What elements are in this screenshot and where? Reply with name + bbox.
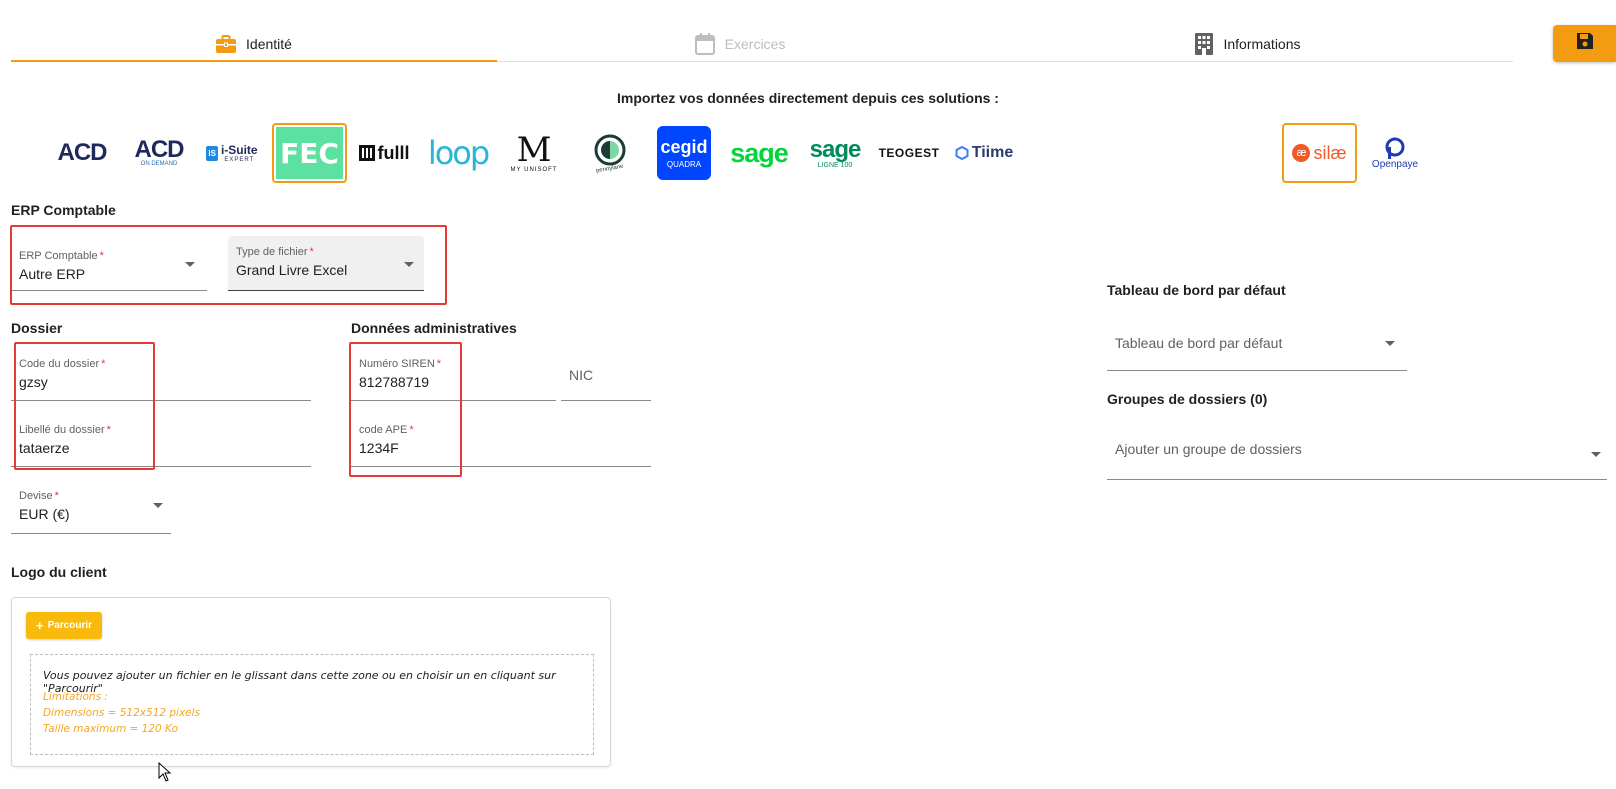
logo-my-unisoft[interactable]: M MY UNISOFT — [506, 124, 562, 182]
logo-cegid-quadra[interactable]: cegid QUADRA — [656, 125, 712, 181]
silae-badge: æ — [1292, 144, 1311, 162]
logo-acd[interactable]: ACD — [52, 124, 112, 182]
limitation-item: Taille maximum = 120 Ko — [43, 723, 178, 735]
code-ape-field[interactable]: code APE * 1234F — [351, 418, 651, 467]
tab-informations[interactable]: Informations — [983, 26, 1513, 62]
erp-section-title: ERP Comptable — [11, 202, 116, 218]
chevron-down-icon — [153, 503, 163, 508]
add-group-select[interactable]: Ajouter un groupe de dossiers — [1107, 428, 1607, 480]
file-dropzone[interactable]: Vous pouvez ajouter un fichier en le gli… — [30, 654, 594, 755]
logo-client-section-title: Logo du client — [11, 564, 107, 580]
dropzone-text: Vous pouvez ajouter un fichier en le gli… — [43, 669, 556, 695]
groups-section-title: Groupes de dossiers (0) — [1107, 391, 1268, 407]
logo-sage-ligne-100[interactable]: sage LIGNE 100 — [804, 124, 866, 182]
file-type-select[interactable]: Type de fichier * Grand Livre Excel — [228, 236, 424, 291]
pennylane-icon — [594, 134, 626, 166]
chevron-down-icon — [185, 262, 195, 267]
logo-fulll[interactable]: fulll — [358, 124, 410, 182]
logo-tiime[interactable]: Tiime — [952, 124, 1016, 182]
chevron-down-icon — [404, 262, 414, 267]
tab-identite[interactable]: Identité — [11, 26, 497, 62]
code-dossier-field[interactable]: Code du dossier * gzsy — [11, 352, 311, 401]
logo-pennylane[interactable]: pennylane — [580, 124, 640, 182]
browse-button[interactable]: + Parcourir — [26, 612, 102, 639]
isuite-badge: IS — [206, 145, 218, 161]
devise-select[interactable]: Devise * EUR (€) — [11, 484, 171, 534]
fulll-mark — [358, 145, 375, 161]
default-dashboard-select[interactable]: Tableau de bord par défaut — [1107, 322, 1407, 371]
save-button[interactable] — [1553, 25, 1616, 62]
logo-silae[interactable]: æ silæ — [1282, 123, 1357, 183]
calendar-icon — [694, 33, 715, 55]
limitation-item: Dimensions = 512x512 pixels — [43, 707, 201, 719]
siren-field[interactable]: Numéro SIREN * 812788719 — [351, 352, 556, 401]
libelle-dossier-field[interactable]: Libellé du dossier * tataerze — [11, 418, 311, 467]
tiime-icon — [955, 146, 969, 160]
tab-label: Exercices — [724, 36, 786, 52]
active-tab-indicator — [11, 60, 497, 62]
logo-isuite-expert[interactable]: IS i-Suite EXPERT — [200, 124, 264, 182]
import-title: Importez vos données directement depuis … — [617, 90, 999, 106]
mouse-cursor-icon — [158, 761, 172, 787]
nic-field[interactable]: NIC — [561, 352, 651, 401]
chevron-down-icon — [1591, 452, 1601, 457]
logo-upload-card: + Parcourir Vous pouvez ajouter un fichi… — [11, 597, 611, 767]
admin-section-title: Données administratives — [351, 320, 517, 336]
logo-teogest[interactable]: TEOGEST — [878, 124, 940, 182]
logo-openpaye[interactable]: Openpaye — [1362, 124, 1428, 182]
erp-comptable-select[interactable]: ERP Comptable * Autre ERP — [11, 244, 207, 291]
building-icon — [1195, 33, 1214, 55]
logo-acd-on-demand[interactable]: ACD ON DEMAND — [126, 124, 192, 182]
dashboard-section-title: Tableau de bord par défaut — [1107, 282, 1286, 298]
openpaye-icon — [1385, 137, 1405, 159]
limitations-title: Limitations : — [43, 691, 108, 703]
tab-exercices: Exercices — [497, 26, 983, 62]
tab-label: Identité — [246, 36, 292, 52]
floppy-disk-icon — [1576, 32, 1594, 55]
tab-label: Informations — [1223, 36, 1301, 52]
logo-loop[interactable]: loop — [428, 124, 490, 182]
chevron-down-icon — [1385, 341, 1395, 346]
dossier-section-title: Dossier — [11, 320, 63, 336]
plus-icon: + — [35, 618, 44, 633]
logo-fec[interactable]: FEC — [272, 123, 347, 183]
logo-sage[interactable]: sage — [728, 124, 790, 182]
briefcase-icon — [216, 35, 237, 53]
